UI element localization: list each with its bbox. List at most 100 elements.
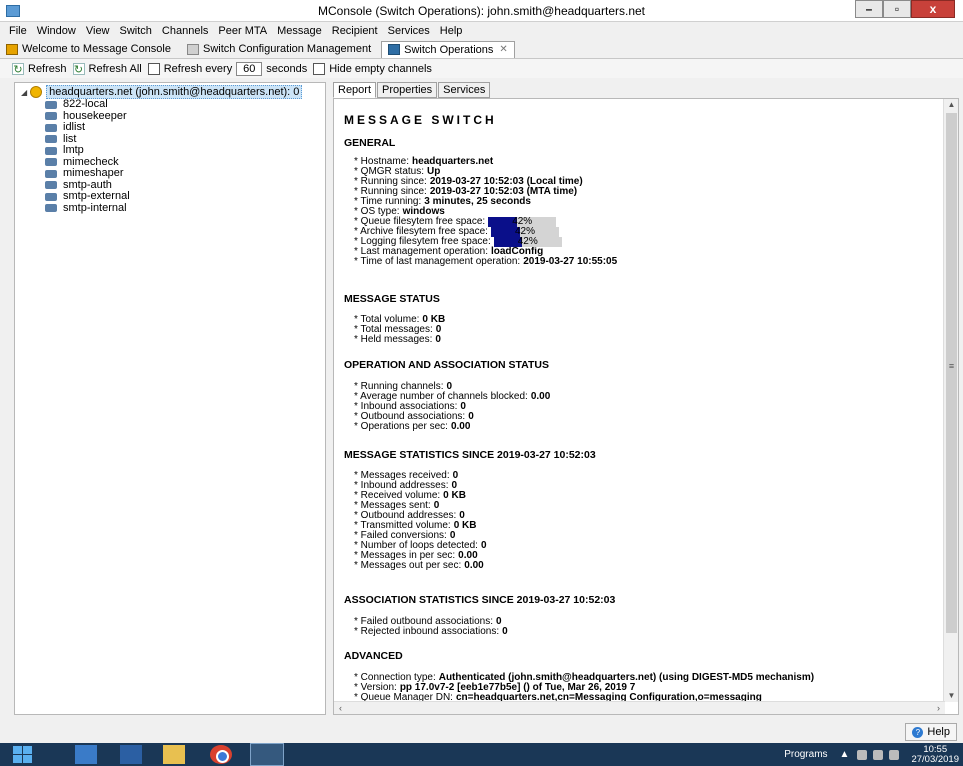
menu-services[interactable]: Services (383, 25, 435, 37)
scroll-left-icon[interactable]: ‹ (334, 702, 347, 714)
msg-stats-lines: * Messages received: 0 * Inbound addresse… (354, 471, 487, 571)
tray-expand-icon[interactable]: ▲ (840, 749, 850, 760)
report-panel: MESSAGE SWITCH GENERAL * Hostname: headqu… (333, 98, 959, 715)
tree-item-smtp-internal[interactable]: smtp-internal (45, 202, 130, 215)
taskbar: Programs ▲ 10:55 27/03/2019 (0, 743, 963, 766)
scroll-right-icon[interactable]: › (932, 702, 945, 714)
scroll-up-icon[interactable]: ▲ (944, 99, 958, 111)
tab-report[interactable]: Report (333, 82, 377, 98)
scroll-thumb[interactable] (946, 113, 957, 633)
help-icon: ? (912, 726, 924, 738)
tree-item-housekeeper[interactable]: housekeeper (45, 110, 130, 123)
menu-message[interactable]: Message (272, 25, 327, 37)
hostname-value: headquarters.net (412, 156, 494, 167)
vertical-scrollbar[interactable]: ▲ ≡ ▼ (943, 99, 958, 702)
channel-icon (45, 181, 57, 190)
network-icon[interactable] (857, 749, 868, 760)
general-lines: * Hostname: headquarters.net * QMGR statu… (354, 157, 617, 267)
report-tab-bar: Report Properties Services (333, 82, 491, 98)
server-manager-icon[interactable] (75, 745, 97, 764)
hide-empty-option: Hide empty channels (313, 62, 432, 75)
assoc-stats-lines: * Failed outbound associations: 0 * Rejec… (354, 617, 508, 637)
tree-item-lmtp[interactable]: lmtp (45, 145, 130, 157)
last-op-time-row: * Time of last management operation: 2019… (354, 256, 618, 267)
refresh-interval-input[interactable] (236, 61, 263, 76)
report-content: MESSAGE SWITCH GENERAL * Hostname: headqu… (344, 99, 944, 702)
rejected-inbound-value: 0 (502, 626, 508, 637)
window-title: MConsole (Switch Operations): john.smith… (318, 4, 645, 18)
horizontal-scrollbar[interactable]: ‹ › (334, 701, 945, 714)
channel-icon (45, 100, 57, 109)
tree-item-mimeshaper[interactable]: mimeshaper (45, 168, 130, 180)
close-tab-icon[interactable]: ✕ (499, 44, 507, 55)
maximize-button[interactable]: ▫ (883, 0, 911, 18)
rejected-inbound-row: * Rejected inbound associations: 0 (354, 626, 508, 637)
file-explorer-icon[interactable] (163, 745, 185, 764)
system-tray: Programs ▲ 10:55 27/03/2019 (784, 743, 959, 766)
menu-recipient[interactable]: Recipient (327, 25, 383, 37)
advanced-lines: * Connection type: Authenticated (john.sm… (354, 673, 814, 703)
collapse-arrow-icon[interactable]: ◢ (21, 88, 27, 97)
section-general-title: GENERAL (344, 137, 396, 149)
menu-switch[interactable]: Switch (115, 25, 157, 37)
menu-view[interactable]: View (81, 25, 115, 37)
tree-root-label: headquarters.net (john.smith@headquarter… (46, 85, 303, 99)
scroll-grip-icon: ≡ (948, 361, 955, 371)
minimize-button[interactable]: – (855, 0, 883, 18)
message-status-lines: * Total volume: 0 KB * Total messages: 0 *… (354, 315, 445, 345)
close-button[interactable]: x (911, 0, 955, 18)
window-controls: – ▫ x (855, 0, 955, 19)
menu-file[interactable]: File (4, 25, 32, 37)
tab-welcome[interactable]: Welcome to Message Console (0, 41, 177, 58)
channel-icon (45, 169, 57, 178)
start-button[interactable] (12, 745, 34, 764)
mconsole-taskbar-icon[interactable] (250, 743, 284, 766)
programs-toolbar[interactable]: Programs (784, 749, 827, 760)
scroll-down-icon[interactable]: ▼ (944, 690, 958, 702)
title-bar: MConsole (Switch Operations): john.smith… (0, 0, 963, 22)
refresh-every-checkbox[interactable] (147, 62, 160, 75)
tab-switch-configuration[interactable]: Switch Configuration Management (181, 41, 377, 58)
tree-item-list[interactable]: list (45, 133, 130, 146)
seconds-label: seconds (266, 62, 308, 75)
clock[interactable]: 10:55 27/03/2019 (911, 743, 959, 765)
home-icon (6, 43, 18, 55)
tab-label: Switch Operations (404, 43, 494, 56)
refresh-every-label: Refresh every (163, 62, 233, 75)
tree-item-idlist[interactable]: idlist (45, 122, 130, 134)
ops-per-sec-row: * Operations per sec: 0.00 (354, 421, 471, 432)
refresh-icon: ↻ (12, 62, 24, 76)
tab-services[interactable]: Services (438, 82, 491, 98)
messages-out-rate-row: * Messages out per sec: 0.00 (354, 560, 484, 571)
config-icon (186, 43, 199, 55)
menu-help[interactable]: Help (435, 25, 468, 37)
section-advanced-title: ADVANCED (344, 650, 403, 662)
hide-empty-checkbox[interactable] (313, 62, 326, 75)
tree-root[interactable]: ◢ headquarters.net (john.smith@headquart… (21, 85, 303, 99)
refresh-button[interactable]: ↻ Refresh (12, 62, 67, 76)
channel-icon (45, 135, 57, 144)
menu-channels[interactable]: Channels (157, 25, 213, 37)
channel-icon (45, 123, 57, 132)
chrome-icon[interactable] (210, 745, 232, 764)
action-center-icon[interactable] (889, 749, 900, 760)
section-msg-stats-title: MESSAGE STATISTICS SINCE 2019-03-27 10:5… (344, 449, 596, 461)
tab-switch-operations[interactable]: Switch Operations ✕ (381, 40, 515, 58)
tab-properties[interactable]: Properties (377, 82, 438, 98)
logging-fs-value: 42% (517, 236, 538, 247)
refresh-all-icon: ↻ (72, 62, 85, 76)
tree-item-822-local[interactable]: 822-local (45, 99, 130, 111)
tree-item-smtp-external[interactable]: smtp-external (45, 191, 130, 203)
clock-time: 10:55 (923, 743, 948, 755)
help-button[interactable]: ? Help (905, 723, 957, 741)
powershell-icon[interactable] (120, 745, 142, 764)
refresh-all-button[interactable]: ↻ Refresh All (72, 62, 142, 76)
channel-list: 822-local housekeeper idlist list lmtp m… (45, 99, 130, 214)
ops-per-sec-value: 0.00 (450, 421, 471, 432)
menu-peer-mta[interactable]: Peer MTA (213, 25, 272, 37)
volume-icon[interactable] (873, 749, 884, 760)
menu-window[interactable]: Window (32, 25, 81, 37)
channel-icon (45, 158, 57, 167)
channel-icon (45, 112, 57, 121)
last-op-time-value: 2019-03-27 10:55:05 (523, 256, 618, 267)
